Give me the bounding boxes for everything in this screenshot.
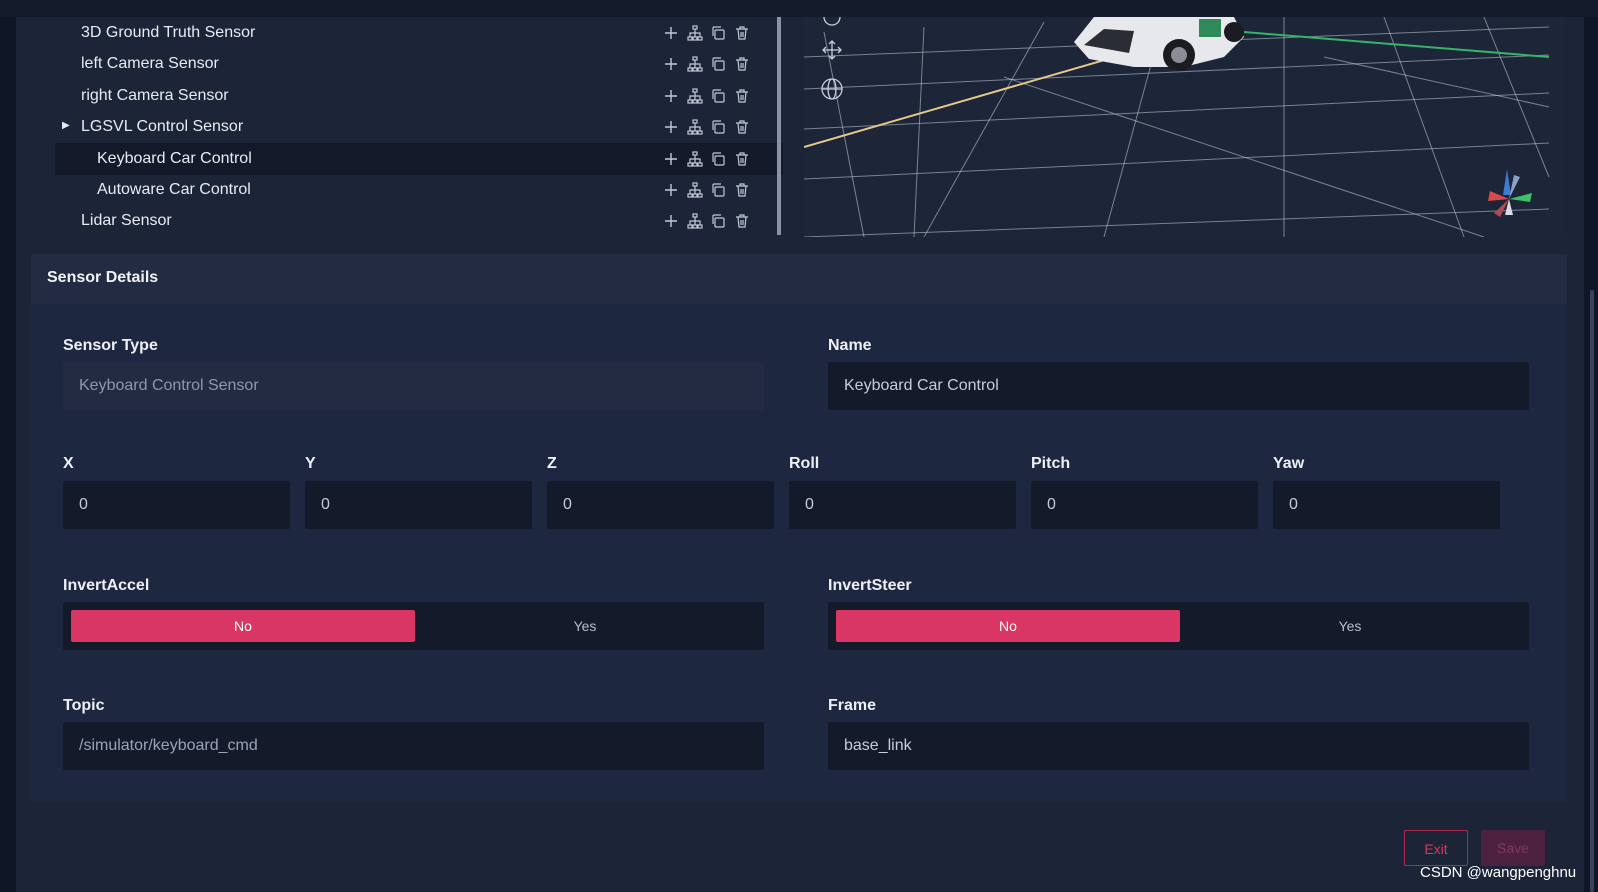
sensor-tree-item[interactable]: left Camera Sensor <box>55 48 783 80</box>
sensor-type-field <box>63 362 764 410</box>
invert-accel-yes-option[interactable]: Yes <box>413 610 757 642</box>
sensor-tree-item-label: LGSVL Control Sensor <box>81 118 244 136</box>
yaw-label: Yaw <box>1273 455 1305 472</box>
caret-right-icon[interactable]: ▶ <box>62 120 70 131</box>
invert-steer-no-option[interactable]: No <box>836 610 1180 642</box>
plus-icon[interactable] <box>663 86 681 106</box>
z-label: Z <box>547 455 557 472</box>
plus-icon[interactable] <box>663 211 681 231</box>
sensor-tree-item[interactable]: Keyboard Car Control <box>55 142 783 175</box>
hierarchy-icon[interactable] <box>686 117 705 137</box>
plus-icon[interactable] <box>663 117 681 137</box>
sensor-tree-item-label: left Camera Sensor <box>81 55 219 73</box>
hierarchy-icon[interactable] <box>686 54 705 74</box>
tree-scrollbar[interactable] <box>777 17 781 235</box>
plus-icon[interactable] <box>663 54 681 74</box>
plus-icon[interactable] <box>663 23 681 43</box>
sensor-tree: 3D Ground Truth Sensor left Camera Sensor… <box>55 17 783 235</box>
sensor-tree-item-label: Keyboard Car Control <box>97 149 252 167</box>
watermark-text: CSDN @wangpenghnu <box>1420 864 1577 881</box>
topic-field[interactable] <box>63 722 764 770</box>
trash-icon[interactable] <box>734 23 752 43</box>
x-label: X <box>63 455 74 472</box>
trash-icon[interactable] <box>734 211 752 231</box>
trash-icon[interactable] <box>734 54 752 74</box>
trash-icon[interactable] <box>734 180 752 200</box>
copy-icon[interactable] <box>710 211 728 231</box>
hierarchy-icon[interactable] <box>686 86 705 106</box>
sensor-tree-item[interactable]: 3D Ground Truth Sensor <box>55 17 783 49</box>
invert-accel-toggle: No Yes <box>63 602 764 650</box>
sensor-type-label: Sensor Type <box>63 337 158 354</box>
sensor-details-title: Sensor Details <box>47 269 159 286</box>
copy-icon[interactable] <box>710 86 728 106</box>
name-field[interactable] <box>828 362 1529 410</box>
z-field[interactable] <box>547 481 774 529</box>
invert-steer-toggle: No Yes <box>828 602 1529 650</box>
page-scrollbar[interactable] <box>1590 290 1594 892</box>
trash-icon[interactable] <box>734 117 752 137</box>
top-bar <box>0 0 1598 17</box>
name-label: Name <box>828 337 872 354</box>
invert-accel-label: InvertAccel <box>63 577 150 594</box>
copy-icon[interactable] <box>710 54 728 74</box>
topic-label: Topic <box>63 697 105 714</box>
yaw-field[interactable] <box>1273 481 1500 529</box>
sensor-tree-item[interactable]: ▶ LGSVL Control Sensor <box>55 111 783 143</box>
hierarchy-icon[interactable] <box>686 23 705 43</box>
y-label: Y <box>305 455 316 472</box>
invert-accel-no-option[interactable]: No <box>71 610 415 642</box>
sensor-tree-item-label: 3D Ground Truth Sensor <box>81 24 256 41</box>
pitch-field[interactable] <box>1031 481 1258 529</box>
sensor-tree-item[interactable]: Autoware Car Control <box>55 174 783 206</box>
exit-button[interactable]: Exit <box>1404 830 1468 866</box>
sensor-tree-item-label: right Camera Sensor <box>81 86 229 104</box>
invert-steer-label: InvertSteer <box>828 577 912 594</box>
hierarchy-icon[interactable] <box>686 180 705 200</box>
vehicle-3d-viewport[interactable] <box>804 17 1564 237</box>
roll-field[interactable] <box>789 481 1016 529</box>
hierarchy-icon[interactable] <box>686 211 705 231</box>
plus-icon[interactable] <box>663 149 681 169</box>
viewport-scene <box>804 17 1564 237</box>
roll-label: Roll <box>789 455 820 472</box>
sensor-tree-item-label: Lidar Sensor <box>81 212 172 230</box>
invert-steer-yes-option[interactable]: Yes <box>1178 610 1522 642</box>
copy-icon[interactable] <box>710 117 728 137</box>
trash-icon[interactable] <box>734 86 752 106</box>
pitch-label: Pitch <box>1031 455 1071 472</box>
trash-icon[interactable] <box>734 149 752 169</box>
frame-label: Frame <box>828 697 877 714</box>
save-button[interactable]: Save <box>1481 830 1545 866</box>
sensor-tree-item[interactable]: Lidar Sensor <box>55 205 783 237</box>
sensor-tree-item-label: Autoware Car Control <box>97 181 251 198</box>
hierarchy-icon[interactable] <box>686 149 705 169</box>
copy-icon[interactable] <box>710 149 728 169</box>
sensor-details-header: Sensor Details <box>31 254 1567 304</box>
plus-icon[interactable] <box>663 180 681 200</box>
sensor-tree-item[interactable]: right Camera Sensor <box>55 80 783 112</box>
copy-icon[interactable] <box>710 180 728 200</box>
frame-field[interactable] <box>828 722 1529 770</box>
y-field[interactable] <box>305 481 532 529</box>
x-field[interactable] <box>63 481 290 529</box>
copy-icon[interactable] <box>710 23 728 43</box>
